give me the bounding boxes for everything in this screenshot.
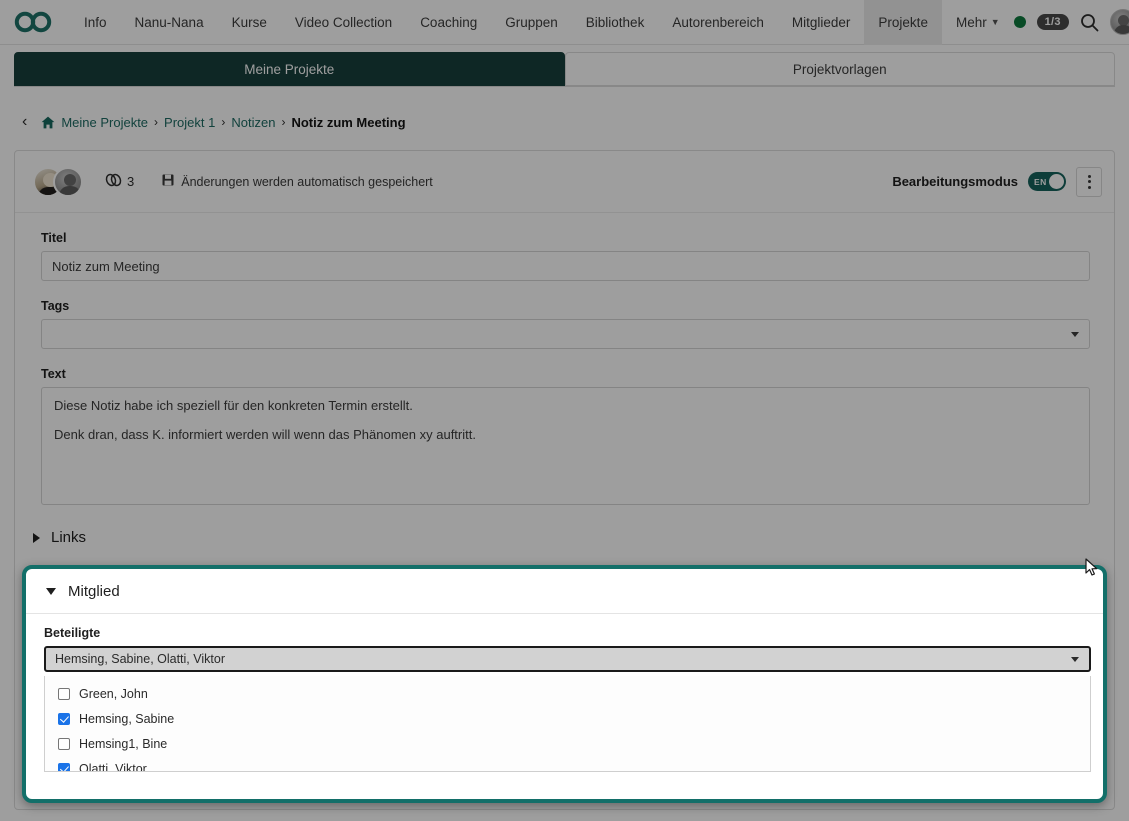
edit-mode-label: Bearbeitungsmodus	[892, 174, 1018, 189]
text-field-label: Text	[41, 367, 66, 381]
nav-item-coaching[interactable]: Coaching	[406, 0, 491, 45]
navbar-right-cluster: 1/3 ▼	[1013, 9, 1129, 35]
list-item[interactable]: Hemsing1, Bine	[45, 731, 1090, 756]
nav-item-mehr[interactable]: Mehr ▼	[942, 0, 1014, 45]
list-item-label: Hemsing, Sabine	[79, 711, 175, 726]
navbar-links: Info Nanu-Nana Kurse Video Collection Co…	[70, 0, 1014, 45]
breadcrumb-item-projekt-1[interactable]: Projekt 1	[164, 115, 215, 130]
participants-option-list: Green, John Hemsing, Sabine Hemsing1, Bi…	[44, 676, 1091, 772]
floppy-disk-icon	[162, 174, 174, 189]
edit-mode-toggle-label: EN	[1034, 176, 1047, 187]
participants-select-value: Hemsing, Sabine, Olatti, Viktor	[55, 652, 225, 666]
autosave-status: Änderungen werden automatisch gespeicher…	[162, 174, 433, 189]
home-icon[interactable]	[41, 116, 55, 129]
member-section-body: Beteiligte Hemsing, Sabine, Olatti, Vikt…	[26, 614, 1103, 772]
chain-link-icon	[105, 173, 122, 190]
member-section-panel: Mitglied Beteiligte Hemsing, Sabine, Ola…	[22, 565, 1107, 803]
breadcrumb: ‹ Meine Projekte › Projekt 1 › Notizen ›…	[0, 104, 1129, 140]
user-avatar-icon[interactable]	[1109, 9, 1129, 35]
triangle-right-icon	[33, 532, 40, 543]
participants-field-label: Beteiligte	[44, 626, 101, 640]
list-item-label: Green, John	[79, 686, 148, 701]
nav-item-mitglieder[interactable]: Mitglieder	[778, 0, 865, 45]
project-tabs-bar: Meine Projekte Projektvorlagen	[0, 45, 1129, 92]
tags-select[interactable]	[41, 319, 1090, 349]
nav-item-autorenbereich[interactable]: Autorenbereich	[658, 0, 778, 45]
section-links-label: Links	[51, 529, 87, 546]
chevron-down-icon	[1071, 656, 1079, 662]
title-input[interactable]: Notiz zum Meeting	[41, 251, 1090, 281]
kebab-menu-icon[interactable]	[1076, 166, 1102, 197]
app-root: Info Nanu-Nana Kurse Video Collection Co…	[0, 0, 1129, 821]
breadcrumb-separator: ›	[281, 115, 286, 129]
collaborator-avatars[interactable]	[33, 166, 83, 197]
note-card-header: 3 Änderungen werden automatisch gespeich…	[15, 151, 1114, 213]
title-field-label: Titel	[41, 231, 67, 245]
list-item[interactable]: Hemsing, Sabine	[45, 706, 1090, 731]
note-form: Titel Notiz zum Meeting Tags Text Diese …	[15, 213, 1114, 515]
avatar	[53, 166, 83, 197]
section-mitglied-label: Mitglied	[68, 583, 120, 600]
breadcrumb-separator: ›	[221, 115, 226, 129]
nav-item-video-collection[interactable]: Video Collection	[281, 0, 406, 45]
participants-select[interactable]: Hemsing, Sabine, Olatti, Viktor	[44, 646, 1091, 672]
nav-item-projekte[interactable]: Projekte	[864, 0, 942, 45]
nav-item-nanu-nana[interactable]: Nanu-Nana	[121, 0, 218, 45]
toggle-knob	[1049, 174, 1064, 189]
checkbox-unchecked-icon[interactable]	[58, 687, 70, 700]
breadcrumb-item-notizen[interactable]: Notizen	[231, 115, 275, 130]
search-icon[interactable]	[1080, 13, 1099, 32]
text-paragraph: Denk dran, dass K. informiert werden wil…	[54, 427, 476, 442]
triangle-down-icon	[46, 588, 56, 595]
list-item-label: Hemsing1, Bine	[79, 736, 168, 751]
section-mitglied-header[interactable]: Mitglied	[26, 569, 1103, 614]
nav-item-info[interactable]: Info	[70, 0, 121, 45]
checkbox-checked-icon[interactable]	[58, 762, 70, 771]
chevron-left-icon[interactable]: ‹	[22, 114, 27, 130]
list-item-label: Olatti, Viktor	[79, 761, 147, 772]
checkbox-checked-icon[interactable]	[58, 712, 70, 725]
nav-item-kurse[interactable]: Kurse	[218, 0, 281, 45]
text-textarea[interactable]: Diese Notiz habe ich speziell für den ko…	[41, 387, 1090, 505]
status-dot-icon	[1013, 16, 1026, 28]
mouse-cursor-icon	[1085, 558, 1098, 582]
tab-projektvorlagen[interactable]: Projektvorlagen	[564, 52, 1115, 86]
section-links-header[interactable]: Links	[15, 515, 1114, 558]
list-item[interactable]: Green, John	[45, 681, 1090, 706]
breadcrumb-item-current: Notiz zum Meeting	[291, 114, 406, 130]
chevron-down-icon: ▼	[990, 17, 1000, 27]
breadcrumb-separator: ›	[154, 115, 159, 129]
autosave-status-label: Änderungen werden automatisch gespeicher…	[181, 174, 433, 189]
text-paragraph: Diese Notiz habe ich speziell für den ko…	[54, 398, 413, 413]
chevron-down-icon	[1071, 331, 1079, 337]
progress-count-badge[interactable]: 1/3	[1036, 14, 1069, 30]
nav-item-gruppen[interactable]: Gruppen	[491, 0, 572, 45]
list-item[interactable]: Olatti, Viktor	[45, 756, 1090, 772]
checkbox-unchecked-icon[interactable]	[58, 737, 70, 750]
tags-field-label: Tags	[41, 299, 70, 313]
linked-items-count[interactable]: 3	[105, 173, 134, 190]
infinity-logo-icon[interactable]	[14, 11, 54, 33]
project-tabs: Meine Projekte Projektvorlagen	[14, 52, 1115, 87]
nav-item-mehr-label: Mehr	[955, 14, 987, 30]
nav-item-bibliothek[interactable]: Bibliothek	[572, 0, 659, 45]
tab-meine-projekte[interactable]: Meine Projekte	[14, 52, 565, 86]
top-navbar: Info Nanu-Nana Kurse Video Collection Co…	[0, 0, 1129, 45]
note-header-actions: Bearbeitungsmodus EN	[892, 166, 1102, 197]
linked-items-count-label: 3	[127, 174, 135, 189]
edit-mode-toggle[interactable]: EN	[1028, 172, 1066, 191]
breadcrumb-item-meine-projekte[interactable]: Meine Projekte	[61, 115, 148, 130]
